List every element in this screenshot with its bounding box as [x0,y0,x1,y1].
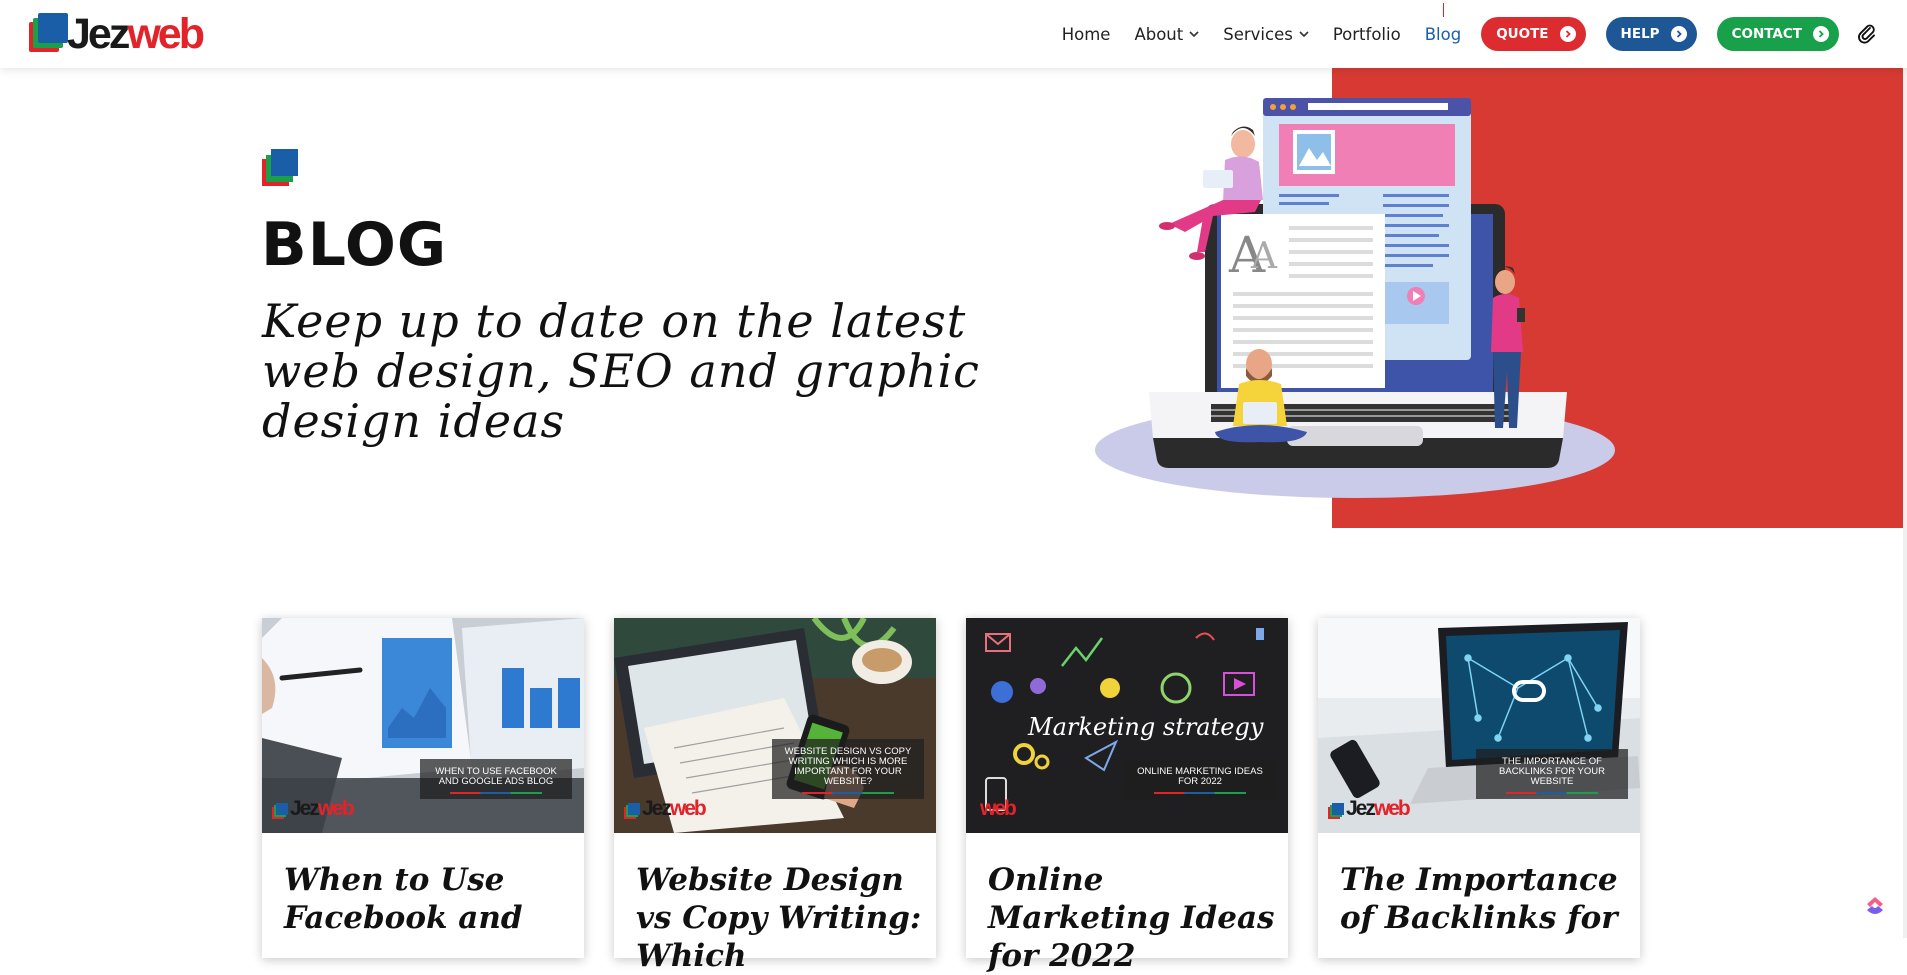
blog-card[interactable]: Jezweb When to use Facebook and Google A… [262,618,584,958]
jezweb-watermark-logo: Jezweb [276,797,355,821]
nav-about[interactable]: About [1134,25,1199,44]
thumbnail-chalk-text: Marketing strategy [1027,713,1264,741]
quote-button[interactable]: QUOTE [1481,17,1586,51]
blog-card-title[interactable]: Online Marketing Ideas for 2022 [988,861,1278,975]
nav-services-label: Services [1223,24,1293,44]
help-button[interactable]: HELP [1605,17,1697,51]
watermark-text-web: web [980,797,1017,820]
nav-home[interactable]: Home [1062,25,1111,44]
logo-wordmark: Jezweb [67,10,205,58]
hero-tagline: Keep up to date on the latest web design… [262,294,980,448]
blog-card-thumbnail[interactable]: Jezweb The Importance of Backlinks for y… [1318,618,1640,833]
site-header: Jezweb Home About Services Portfolio Blo… [0,0,1907,68]
chevron-down-icon [1299,30,1309,37]
nav-portfolio-label: Portfolio [1332,24,1401,44]
watermark-text-jez: Jez [642,797,672,820]
jezweb-watermark-logo: Jezweb [628,797,707,821]
blog-card[interactable]: Jezweb The Importance of Backlinks for y… [1318,618,1640,958]
page-scrollbar[interactable] [1903,0,1907,938]
chevron-down-icon [1189,30,1199,37]
watermark-text-web: web [669,797,707,820]
jezweb-watermark-logo: Jezweb [1332,797,1411,821]
blog-card-title[interactable]: When to Use Facebook and [284,861,574,937]
site-logo[interactable]: Jezweb [29,10,234,58]
nav-services[interactable]: Services [1223,25,1309,44]
help-button-label: HELP [1620,26,1660,42]
main-nav: Home About Services Portfolio Blog QUOTE… [1038,0,1877,68]
blog-card-thumbnail[interactable]: Jezweb When to use Facebook and Google A… [262,618,584,833]
watermark-text-jez: Jez [1346,797,1376,820]
contact-button-label: CONTACT [1731,26,1802,42]
hero-logo-mark-icon [262,149,302,189]
page-title: BLOG [261,210,448,280]
arrow-right-icon [1559,26,1576,42]
quote-button-label: QUOTE [1496,26,1549,42]
clickup-icon[interactable] [1864,894,1886,918]
paperclip-icon[interactable] [1857,23,1877,45]
blog-card[interactable]: Marketing strategy web Online Marketing … [966,618,1288,974]
watermark-text-web: web [317,797,355,820]
nav-about-label: About [1134,24,1184,44]
nav-blog-label: Blog [1424,24,1462,44]
contact-button[interactable]: CONTACT [1716,17,1839,51]
thumbnail-caption: Online Marketing Ideas for 2022 [1124,759,1276,799]
nav-home-label: Home [1061,24,1111,44]
blog-laptop-illustration: A A [1095,98,1615,498]
logo-text-web: web [127,10,205,58]
jezweb-watermark-logo: web [980,797,1017,821]
thumbnail-caption: The Importance of Backlinks for your Web… [1476,749,1628,799]
blog-card-thumbnail[interactable]: Marketing strategy web Online Marketing … [966,618,1288,833]
logo-text-jez: Jez [67,10,130,58]
nav-blog[interactable]: Blog [1424,2,1462,44]
nav-portfolio[interactable]: Portfolio [1333,25,1401,44]
svg-text:A: A [1250,236,1278,277]
logo-mark-icon [29,12,69,52]
watermark-text-jez: Jez [290,797,320,820]
blog-card-thumbnail[interactable]: Jezweb Website Design vs Copy Writing Wh… [614,618,936,833]
blog-card-title[interactable]: Website Design vs Copy Writing: Which [636,861,926,975]
arrow-right-icon [1813,26,1829,42]
blog-card[interactable]: Jezweb Website Design vs Copy Writing Wh… [614,618,936,974]
arrow-right-icon [1670,26,1687,42]
blog-card-title[interactable]: The Importance of Backlinks for [1340,861,1630,937]
thumbnail-caption: Website Design vs Copy Writing Which is … [772,739,924,799]
watermark-text-web: web [1373,797,1411,820]
thumbnail-caption: When to use Facebook and Google Ads Blog [420,759,572,799]
blog-post-grid: Jezweb When to use Facebook and Google A… [262,618,1640,974]
